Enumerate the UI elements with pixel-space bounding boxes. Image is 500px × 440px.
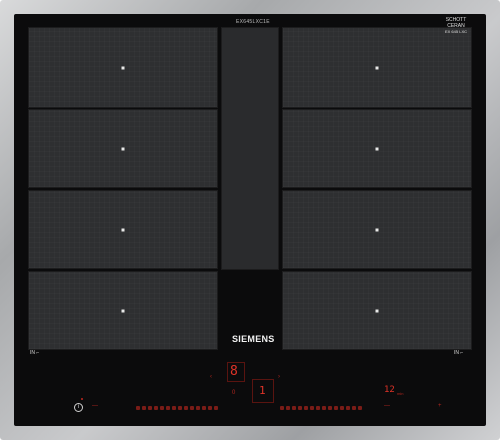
power-indicator-icon xyxy=(81,398,83,400)
zone-marker-dot xyxy=(375,309,379,312)
left-in-label: IN ⌐ xyxy=(30,350,39,356)
zone-marker-dot xyxy=(121,66,125,69)
cooking-zone-left-2[interactable] xyxy=(28,109,218,188)
timer-display: 12 xyxy=(384,385,395,395)
zone-link-icon: ⌐ xyxy=(36,350,40,356)
timer-minus-icon[interactable]: — xyxy=(384,403,390,409)
right-in-text: IN xyxy=(454,350,459,356)
left-minus-icon[interactable]: — xyxy=(92,403,98,409)
cooking-zone-right-3[interactable] xyxy=(282,190,472,269)
left-in-text: IN xyxy=(30,350,35,356)
cooking-zone-right-1[interactable] xyxy=(282,27,472,108)
cooking-zone-left-3[interactable] xyxy=(28,190,218,269)
hob-frame: EX645LXC1E SCHOTT CERAN EX 645 LXC SIEME… xyxy=(0,0,500,440)
timer-plus-icon[interactable]: + xyxy=(438,403,442,409)
right-power-slider[interactable] xyxy=(280,406,362,410)
center-strip-panel xyxy=(221,27,279,270)
zone-marker-dot xyxy=(121,309,125,312)
cooking-zone-right-4[interactable] xyxy=(282,271,472,350)
zone-marker-dot xyxy=(121,228,125,231)
secondary-display-frame xyxy=(252,379,274,403)
model-label: EX645LXC1E xyxy=(236,19,270,25)
right-in-label: IN ⌐ xyxy=(454,350,463,356)
zone-link-icon: ⌐ xyxy=(460,350,464,356)
cooking-zone-left-4[interactable] xyxy=(28,271,218,350)
cooking-zone-left-1[interactable] xyxy=(28,27,218,108)
zone-marker-dot xyxy=(375,147,379,150)
badge-line-3: EX 645 LXC xyxy=(444,29,467,34)
zone-marker-dot xyxy=(375,66,379,69)
display-frame xyxy=(227,362,245,382)
zone-marker-dot xyxy=(121,147,125,150)
ceran-badge: SCHOTT CERAN EX 645 LXC xyxy=(444,17,468,35)
left-arrow-icon[interactable]: ‹ xyxy=(210,374,212,380)
timer-unit: min xyxy=(397,391,404,396)
glass-ceramic-surface: EX645LXC1E SCHOTT CERAN EX 645 LXC SIEME… xyxy=(14,14,486,426)
zone-marker-dot xyxy=(375,228,379,231)
left-power-slider[interactable] xyxy=(136,406,218,410)
zero-label: 0 xyxy=(232,390,236,396)
cooking-zone-right-2[interactable] xyxy=(282,109,472,188)
brand-logo: SIEMENS xyxy=(232,334,275,344)
right-arrow-icon[interactable]: › xyxy=(278,374,280,380)
info-icon[interactable]: i xyxy=(74,403,83,412)
